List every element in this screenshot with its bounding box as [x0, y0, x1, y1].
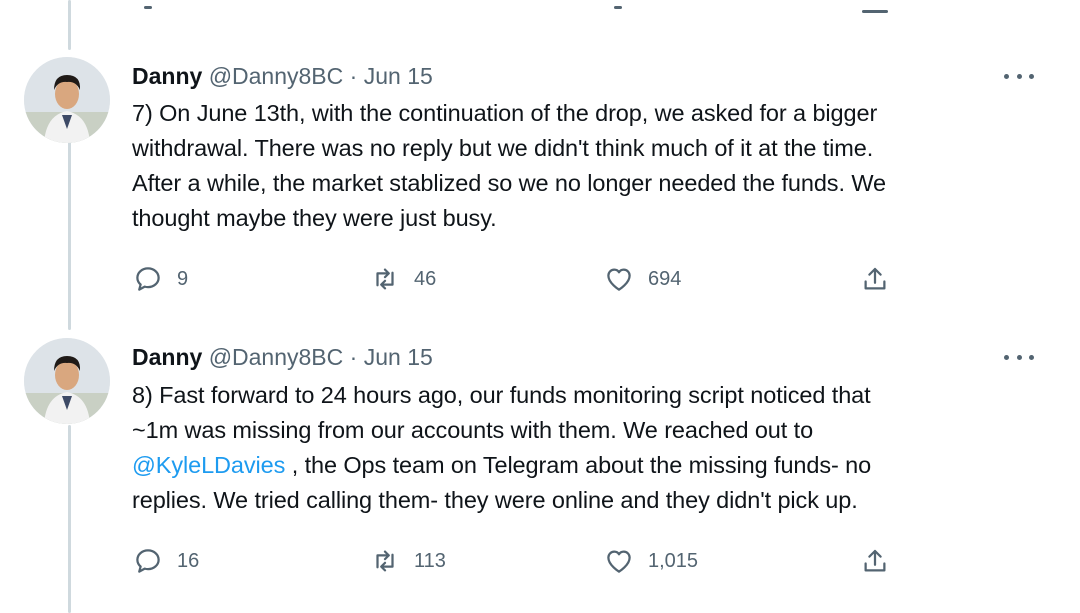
thread-connector-line	[68, 0, 71, 50]
retweet-count: 113	[414, 549, 446, 572]
author-name[interactable]: Danny	[132, 344, 202, 370]
avatar-photo	[24, 338, 110, 424]
reply-button[interactable]: 9	[133, 264, 188, 294]
reply-count: 16	[177, 549, 200, 572]
tweet-date[interactable]: Jun 15	[364, 344, 433, 370]
tweet-text-line: 7) On June 13th, with the continuation o…	[132, 100, 878, 126]
retweet-button[interactable]: 113	[370, 546, 446, 576]
separator-dot: ·	[349, 63, 358, 89]
tweet[interactable]: Danny @Danny8BC · Jun 15 7) On June 13th…	[0, 50, 1080, 330]
like-button[interactable]: 694	[604, 264, 681, 294]
share-icon	[864, 267, 886, 290]
tweet-text-line: withdrawal. There was no reply but we di…	[132, 135, 874, 161]
more-options-icon[interactable]	[1004, 66, 1034, 86]
tweet-header: Danny @Danny8BC · Jun 15	[132, 343, 433, 371]
fragment-mark	[862, 10, 888, 13]
separator-dot: ·	[349, 344, 358, 370]
tweet-text-line: After a while, the market stablized so w…	[132, 170, 886, 196]
share-button[interactable]	[860, 264, 890, 294]
author-handle[interactable]: @Danny8BC	[209, 344, 344, 370]
retweet-icon	[376, 550, 394, 572]
tweet-text-line: @KyleLDavies , the Ops team on Telegram …	[132, 448, 1032, 483]
heart-icon	[607, 550, 631, 573]
tweet-text: 7) On June 13th, with the continuation o…	[132, 96, 1032, 236]
fragment-mark	[144, 6, 152, 9]
share-button[interactable]	[860, 546, 890, 576]
avatar-photo	[24, 57, 110, 143]
retweet-count: 46	[414, 267, 437, 290]
tweet-text-line: replies. We tried calling them- they wer…	[132, 487, 858, 513]
author-handle[interactable]: @Danny8BC	[209, 63, 344, 89]
tweet-date[interactable]: Jun 15	[364, 63, 433, 89]
avatar[interactable]	[24, 338, 110, 424]
heart-icon	[607, 268, 631, 291]
author-name[interactable]: Danny	[132, 63, 202, 89]
reply-icon	[136, 267, 160, 291]
avatar[interactable]	[24, 57, 110, 143]
share-icon	[864, 549, 886, 572]
like-count: 1,015	[648, 549, 699, 572]
tweet[interactable]: Danny @Danny8BC · Jun 15 8) Fast forward…	[0, 330, 1080, 610]
previous-tweet-fragment	[0, 0, 1080, 14]
tweet-text-line: 8) Fast forward to 24 hours ago, our fun…	[132, 382, 871, 408]
mention-link[interactable]: @KyleLDavies	[132, 452, 285, 478]
retweet-button[interactable]: 46	[370, 264, 436, 294]
tweet-text-line: thought maybe they were just busy.	[132, 205, 497, 231]
tweet-text-fragment: , the Ops team on Telegram about the mis…	[291, 452, 872, 478]
like-count: 694	[648, 267, 682, 290]
tweet-header: Danny @Danny8BC · Jun 15	[132, 62, 433, 90]
reply-count: 9	[177, 267, 189, 290]
fragment-mark	[614, 6, 622, 9]
like-button[interactable]: 1,015	[604, 546, 698, 576]
reply-button[interactable]: 16	[133, 546, 199, 576]
tweet-text-line: ~1m was missing from our accounts with t…	[132, 417, 814, 443]
more-options-icon[interactable]	[1004, 347, 1034, 367]
tweet-text: 8) Fast forward to 24 hours ago, our fun…	[132, 378, 1032, 518]
reply-icon	[136, 549, 160, 573]
retweet-icon	[376, 268, 394, 290]
